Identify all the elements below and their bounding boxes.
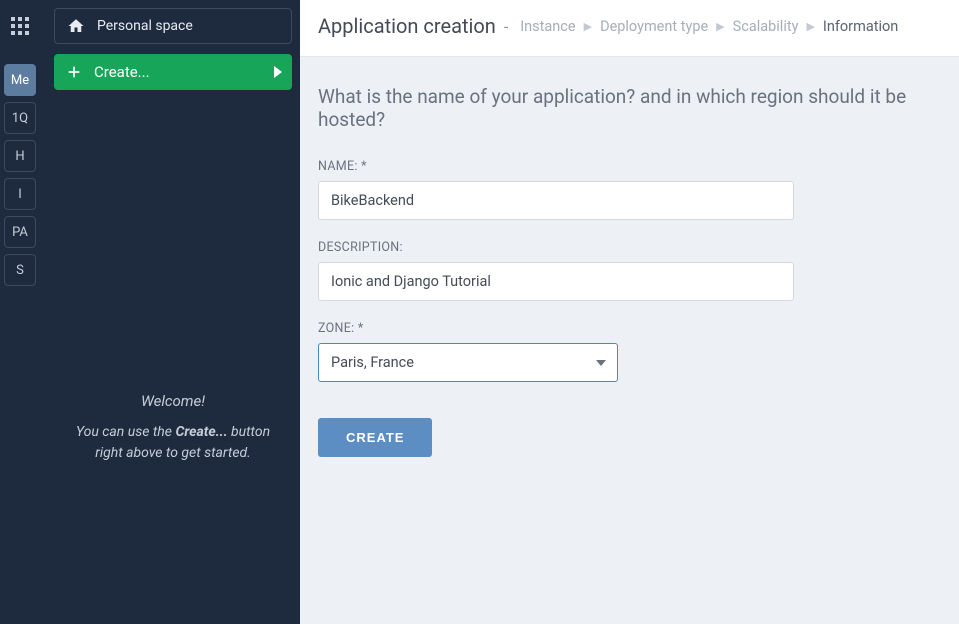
name-label: NAME: * bbox=[318, 159, 941, 174]
breadcrumb-step-information[interactable]: Information bbox=[823, 18, 898, 35]
form-body: What is the name of your application? an… bbox=[300, 57, 959, 485]
description-input[interactable] bbox=[318, 262, 794, 301]
personal-space-link[interactable]: Personal space bbox=[54, 8, 292, 44]
chevron-right-icon bbox=[274, 66, 282, 78]
main-header: Application creation - Instance ▶ Deploy… bbox=[300, 0, 959, 57]
form-question: What is the name of your application? an… bbox=[318, 85, 941, 131]
rail-item-s[interactable]: S bbox=[4, 254, 36, 286]
welcome-title: Welcome! bbox=[62, 392, 284, 410]
name-input[interactable] bbox=[318, 181, 794, 220]
rail-item-1q[interactable]: 1Q bbox=[4, 102, 36, 134]
field-description: DESCRIPTION: bbox=[318, 240, 941, 301]
apps-grid-icon[interactable] bbox=[8, 14, 32, 38]
submit-create-button[interactable]: CREATE bbox=[318, 418, 432, 457]
breadcrumb-step-deployment[interactable]: Deployment type bbox=[600, 18, 708, 35]
breadcrumb-step-scalability[interactable]: Scalability bbox=[733, 18, 799, 35]
plus-icon bbox=[66, 64, 82, 80]
field-zone: ZONE: * bbox=[318, 321, 941, 382]
rail-item-i[interactable]: I bbox=[4, 178, 36, 210]
chevron-right-icon: ▶ bbox=[806, 20, 814, 33]
rail-item-h[interactable]: H bbox=[4, 140, 36, 172]
chevron-right-icon: ▶ bbox=[584, 20, 592, 33]
welcome-description: You can use the Create... button right a… bbox=[62, 422, 284, 464]
breadcrumb-step-instance[interactable]: Instance bbox=[520, 18, 575, 35]
page-title: Application creation bbox=[318, 14, 496, 38]
welcome-pre: You can use the bbox=[76, 424, 176, 440]
chevron-right-icon: ▶ bbox=[716, 20, 724, 33]
zone-label: ZONE: * bbox=[318, 321, 941, 336]
description-label: DESCRIPTION: bbox=[318, 240, 941, 255]
rail-item-pa[interactable]: PA bbox=[4, 216, 36, 248]
zone-select-wrap bbox=[318, 343, 618, 382]
welcome-bold: Create... bbox=[175, 424, 227, 440]
personal-space-label: Personal space bbox=[97, 18, 193, 34]
create-button-label: Create... bbox=[94, 63, 150, 81]
welcome-block: Welcome! You can use the Create... butto… bbox=[54, 392, 292, 464]
rail-sidebar: Me 1Q H I PA S bbox=[0, 0, 40, 624]
main-content: Application creation - Instance ▶ Deploy… bbox=[300, 0, 959, 624]
home-icon bbox=[67, 17, 85, 35]
zone-select[interactable] bbox=[318, 343, 618, 382]
breadcrumb: Application creation - Instance ▶ Deploy… bbox=[318, 14, 941, 38]
field-name: NAME: * bbox=[318, 159, 941, 220]
breadcrumb-dash: - bbox=[504, 17, 508, 36]
create-button[interactable]: Create... bbox=[54, 54, 292, 90]
rail-item-me[interactable]: Me bbox=[4, 64, 36, 96]
sidebar: Personal space Create... Welcome! You ca… bbox=[40, 0, 300, 624]
